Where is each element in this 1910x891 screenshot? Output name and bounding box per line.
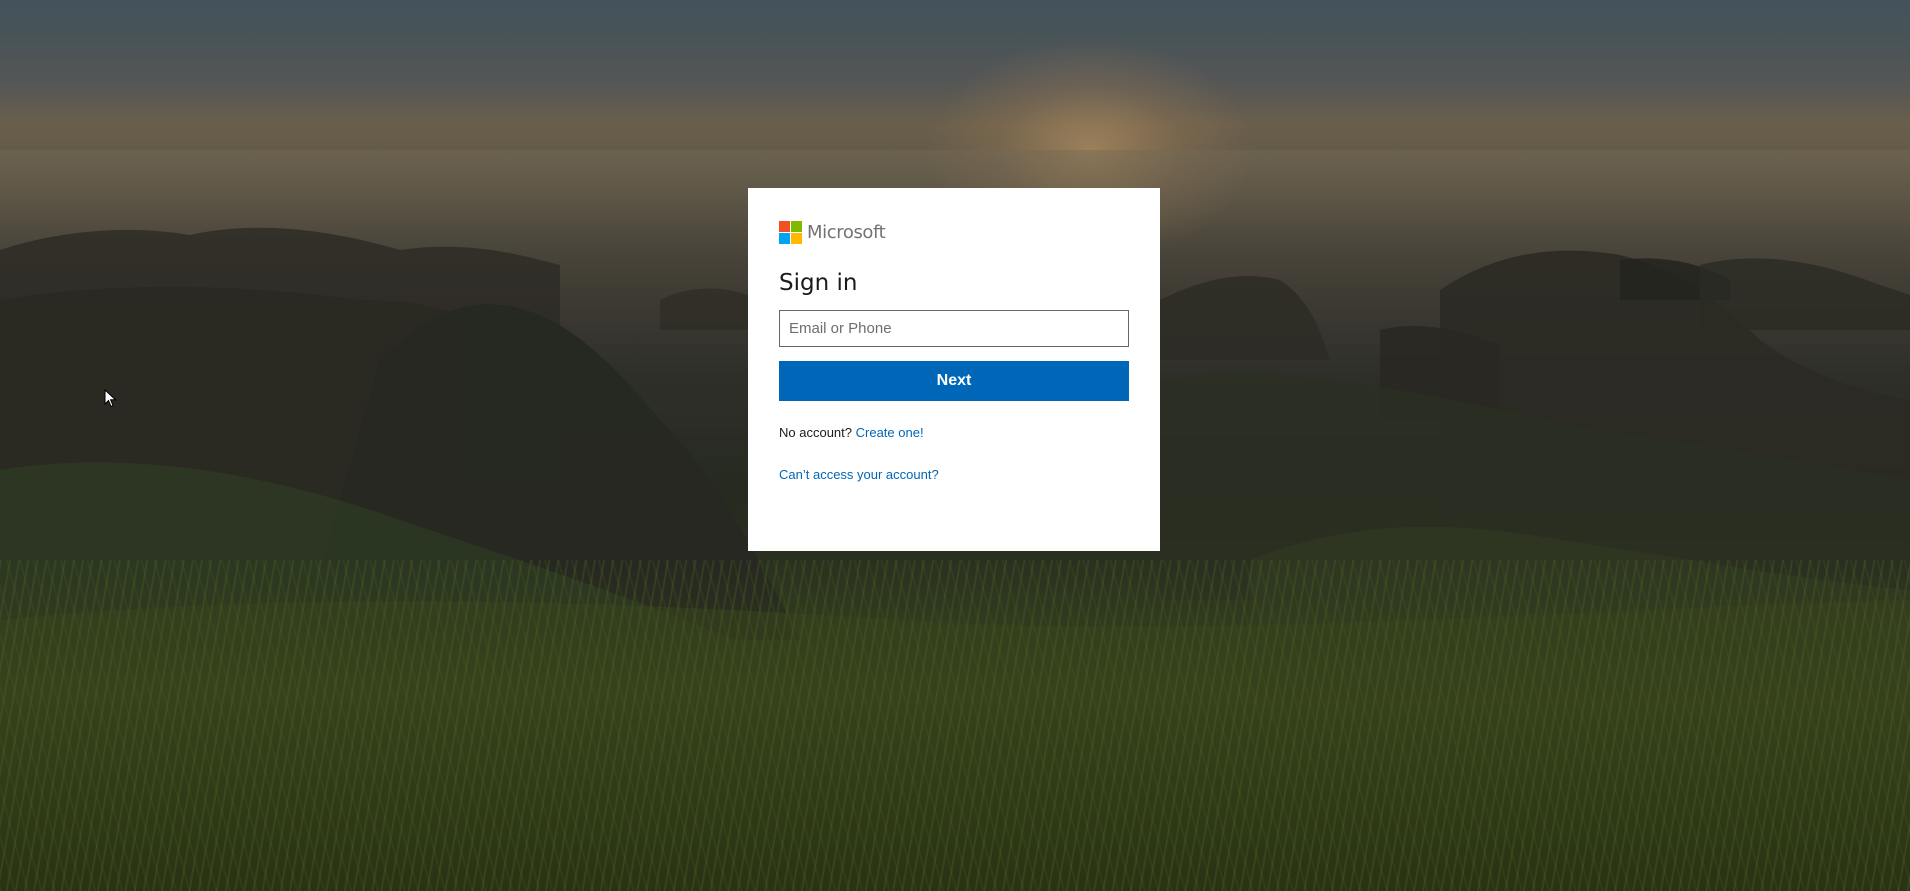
logo-square-blue xyxy=(779,232,790,244)
next-button[interactable]: Next xyxy=(779,361,1129,401)
cant-access-account-link[interactable]: Can’t access your account? xyxy=(779,467,939,482)
foreground-grass xyxy=(0,560,1910,891)
no-account-text: No account? xyxy=(779,425,852,440)
microsoft-logo-icon xyxy=(779,220,802,244)
logo-square-red xyxy=(779,220,790,232)
microsoft-logo: Microsoft xyxy=(779,220,1129,244)
signin-card: Microsoft Sign in Next No account? Creat… xyxy=(748,188,1160,551)
cant-access-row: Can’t access your account? xyxy=(779,467,1129,483)
create-account-link[interactable]: Create one! xyxy=(856,425,924,440)
logo-square-yellow xyxy=(791,232,802,244)
no-account-row: No account? Create one! xyxy=(779,425,1129,441)
mouse-pointer-icon xyxy=(104,389,117,408)
brand-name: Microsoft xyxy=(807,221,886,243)
signin-title: Sign in xyxy=(779,270,858,296)
logo-square-green xyxy=(791,220,802,232)
email-or-phone-input[interactable] xyxy=(779,310,1129,347)
